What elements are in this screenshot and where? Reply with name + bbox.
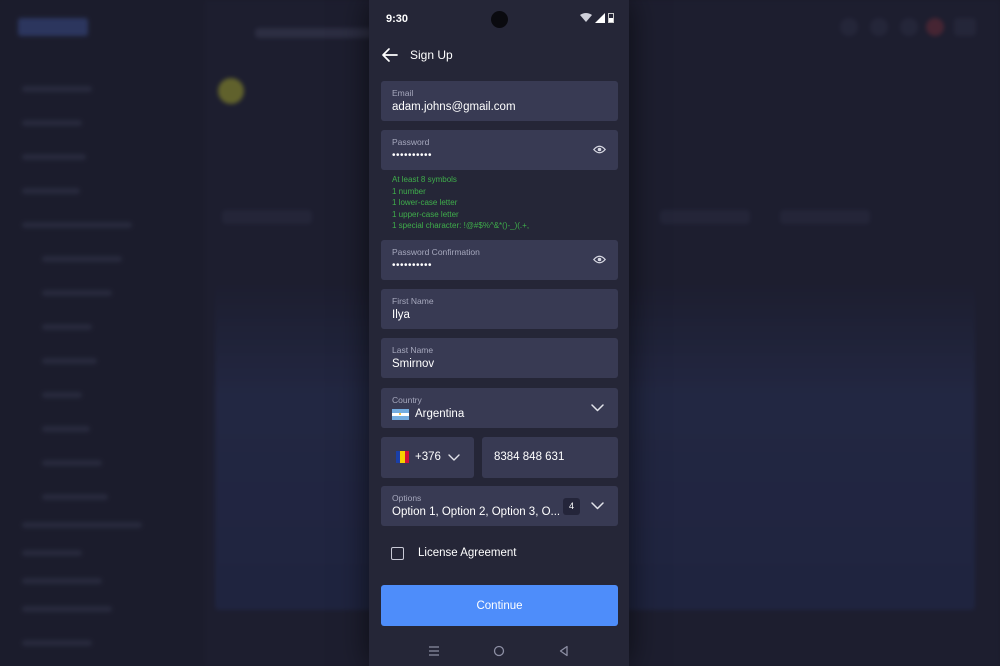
triangle-back-icon[interactable] [557, 644, 571, 658]
bg-top-icon [840, 18, 858, 36]
bg-top-icon [954, 18, 976, 36]
eye-icon[interactable] [593, 144, 606, 155]
signal-icon [595, 13, 605, 23]
phone-number-input[interactable]: 8384 848 631 [482, 437, 618, 478]
phone-number-value: 8384 848 631 [494, 451, 565, 463]
chevron-down-icon [591, 502, 604, 510]
last-name-label: Last Name [392, 345, 434, 355]
bg-logo [18, 18, 88, 36]
country-value: Argentina [415, 408, 465, 420]
bg-nav-line [22, 188, 80, 194]
phone-screen: 9:30 Sign Up Email adam.johns@gmail.com … [369, 0, 629, 666]
status-time: 9:30 [386, 13, 409, 25]
bg-top-icon [900, 18, 918, 36]
bg-top-icon [926, 18, 944, 36]
bg-top-icon [870, 18, 888, 36]
camera-cutout [491, 11, 508, 28]
bg-card [222, 210, 312, 224]
battery-icon [608, 13, 614, 23]
bg-card [660, 210, 750, 224]
bg-nav-line [22, 522, 142, 528]
options-count-badge: 4 [563, 498, 580, 515]
menu-icon[interactable] [427, 644, 441, 658]
bg-title [255, 28, 375, 38]
password-requirements: At least 8 symbols 1 number 1 lower-case… [392, 174, 529, 232]
country-label: Country [392, 395, 422, 405]
country-select[interactable]: Country Argentina [381, 388, 618, 428]
password-value: •••••••••• [392, 150, 433, 161]
arrow-left-icon[interactable] [381, 46, 399, 64]
password-hint: 1 lower-case letter [392, 198, 458, 208]
last-name-value: Smirnov [392, 358, 435, 370]
status-bar: 9:30 [369, 0, 629, 40]
password-hint: 1 special character: !@#$%^&*()-_)(.+, [392, 221, 530, 231]
continue-button[interactable]: Continue [381, 585, 618, 626]
last-name-field[interactable]: Last Name Smirnov [381, 338, 618, 378]
password-confirmation-value: •••••••••• [392, 260, 433, 271]
bg-nav-line [42, 290, 112, 296]
phone-code-value: +376 [415, 451, 441, 463]
bg-nav-line [22, 222, 132, 228]
bg-nav-line [42, 392, 82, 398]
bg-nav-line [42, 256, 122, 262]
first-name-label: First Name [392, 296, 434, 306]
first-name-field[interactable]: First Name Ilya [381, 289, 618, 329]
bg-badge [218, 78, 244, 104]
options-multiselect[interactable]: Options Option 1, Option 2, Option 3, O.… [381, 486, 618, 526]
bg-nav-line [42, 426, 90, 432]
argentina-flag-icon [392, 409, 409, 420]
password-field[interactable]: Password •••••••••• [381, 130, 618, 170]
chevron-down-icon [448, 454, 460, 461]
email-value: adam.johns@gmail.com [392, 101, 516, 113]
bg-nav-line [22, 154, 86, 160]
bg-nav-line [42, 324, 92, 330]
password-hint: 1 upper-case letter [392, 209, 459, 219]
license-agreement-label: License Agreement [418, 547, 517, 559]
eye-icon[interactable] [593, 254, 606, 265]
password-confirmation-field[interactable]: Password Confirmation •••••••••• [381, 240, 618, 280]
bg-nav-line [22, 606, 112, 612]
password-hint: 1 number [392, 186, 426, 196]
wifi-icon [580, 13, 592, 22]
bg-nav-line [42, 358, 97, 364]
bg-nav-line [22, 120, 82, 126]
top-bar: Sign Up [369, 40, 629, 70]
bg-nav-line [22, 86, 92, 92]
bg-nav-line [22, 550, 82, 556]
bg-nav-line [22, 640, 92, 646]
license-agreement[interactable]: License Agreement [391, 545, 516, 561]
options-label: Options [392, 493, 422, 503]
password-confirmation-label: Password Confirmation [392, 247, 480, 257]
bg-sidebar [0, 0, 205, 666]
circle-home-icon[interactable] [492, 644, 506, 658]
bg-nav-line [42, 460, 102, 466]
android-nav-bar [369, 636, 629, 666]
password-label: Password [392, 137, 430, 147]
andorra-flag-icon [396, 451, 409, 463]
first-name-value: Ilya [392, 309, 410, 321]
bg-card [780, 210, 870, 224]
password-hint: At least 8 symbols [392, 175, 457, 184]
bg-nav-line [22, 578, 102, 584]
chevron-down-icon [591, 404, 604, 412]
license-agreement-checkbox[interactable] [391, 546, 404, 560]
email-field[interactable]: Email adam.johns@gmail.com [381, 81, 618, 121]
page-title: Sign Up [410, 48, 453, 62]
email-label: Email [392, 88, 414, 98]
phone-code-select[interactable]: +376 [381, 437, 474, 478]
status-icons [580, 13, 614, 23]
options-value: Option 1, Option 2, Option 3, O... [392, 506, 561, 518]
bg-nav-line [42, 494, 108, 500]
